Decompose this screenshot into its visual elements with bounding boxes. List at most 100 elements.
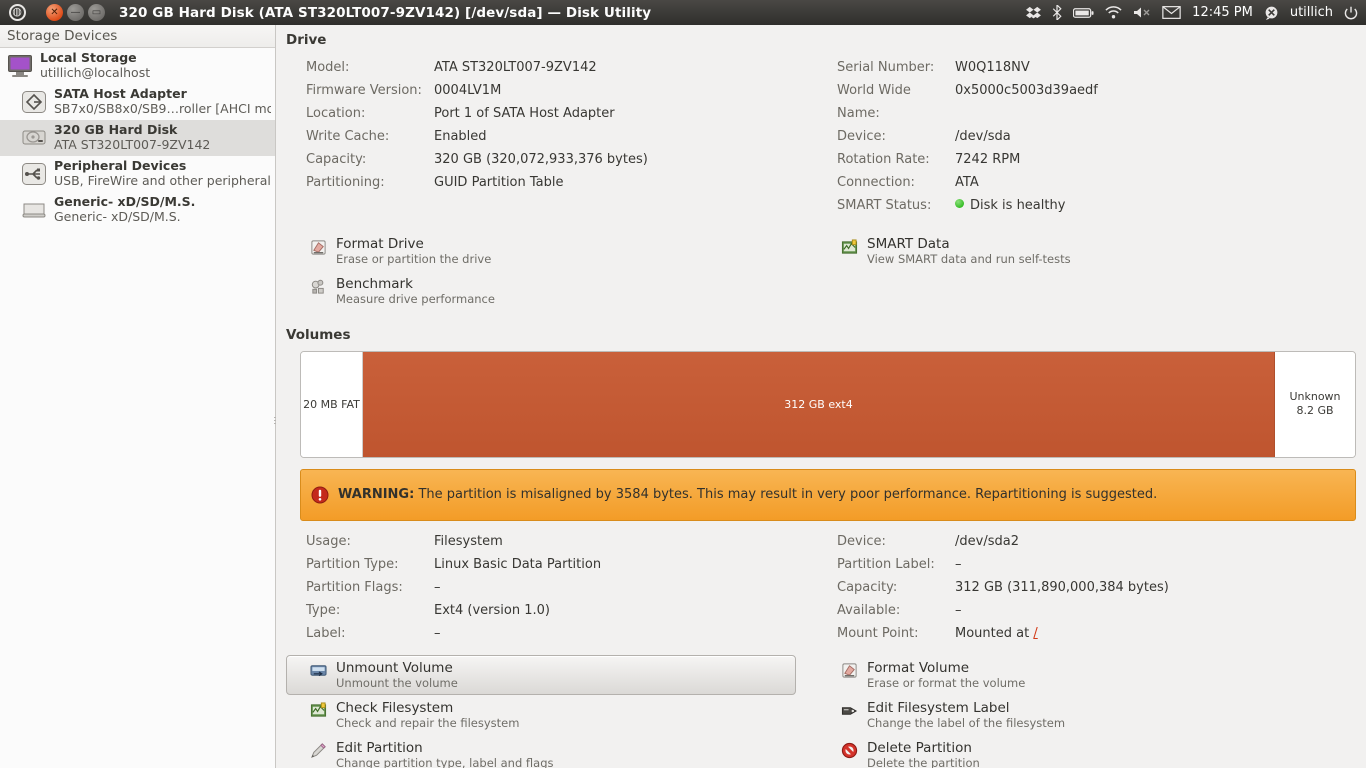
action-title: Edit Partition xyxy=(336,739,423,756)
mount-point-link[interactable]: / xyxy=(1033,626,1037,641)
volume-field-partition-flags: Partition Flags: – xyxy=(286,576,823,599)
partition-block-ext4[interactable]: 312 GB ext4 xyxy=(363,351,1275,457)
volume-actions: Unmount Volume Unmount the volume Check … xyxy=(286,654,1360,768)
drive-field-serial-number: Serial Number: W0Q118NV xyxy=(823,56,1360,79)
unmount-icon xyxy=(307,661,329,681)
format-volume-icon xyxy=(838,661,860,681)
field-value: – xyxy=(955,602,962,618)
edit-partition-icon xyxy=(307,741,329,761)
field-key: Device: xyxy=(837,129,886,144)
sidebar-header: Storage Devices xyxy=(0,25,275,48)
mail-icon[interactable] xyxy=(1162,6,1181,19)
session-icon[interactable] xyxy=(1264,6,1279,20)
field-key: Partition Flags: xyxy=(306,579,403,595)
sidebar-item-peripheral-devices[interactable]: Peripheral Devices USB, FireWire and oth… xyxy=(0,156,275,192)
sidebar-item-320-gb-hard-disk[interactable]: 320 GB Hard Disk ATA ST320LT007-9ZV142 xyxy=(0,120,275,156)
format-volume-action[interactable]: Format Volume Erase or format the volume xyxy=(823,655,1360,695)
drive-icon xyxy=(20,196,48,224)
format-drive-action[interactable]: Format Drive Erase or partition the driv… xyxy=(286,231,823,271)
misalignment-warning: WARNING: The partition is misaligned by … xyxy=(300,468,1356,521)
sidebar-item-title: Generic- xD/SD/M.S. xyxy=(54,195,196,210)
sidebar-item-title: SATA Host Adapter xyxy=(54,87,187,102)
partition-block-fat[interactable]: 20 MB FAT xyxy=(301,351,363,457)
action-title: Format Drive xyxy=(336,236,424,252)
unmount-volume-action[interactable]: Unmount Volume Unmount the volume xyxy=(286,654,796,695)
sidebar-item-local-storage[interactable]: Local Storage utillich@localhost xyxy=(0,48,275,84)
minimize-button[interactable]: — xyxy=(67,4,84,21)
sidebar-item-subtitle: USB, FireWire and other peripherals xyxy=(54,173,271,188)
user-name[interactable]: utillich xyxy=(1290,5,1333,20)
sidebar-item-sata-host-adapter[interactable]: SATA Host Adapter SB7x0/SB8x0/SB9…roller… xyxy=(0,84,275,120)
clock[interactable]: 12:45 PM xyxy=(1192,5,1253,20)
field-value: 320 GB (320,072,933,376 bytes) xyxy=(434,152,648,167)
drive-actions: Format Drive Erase or partition the driv… xyxy=(286,231,1360,311)
volume-field-type: Type: Ext4 (version 1.0) xyxy=(286,599,823,622)
field-key: Label: xyxy=(306,625,346,641)
sidebar-item-generic-xd-sd-ms[interactable]: Generic- xD/SD/M.S. Generic- xD/SD/M.S. xyxy=(0,192,275,228)
field-key: Capacity: xyxy=(837,579,898,595)
status-healthy-dot-icon xyxy=(955,199,964,208)
drive-field-location: Location: Port 1 of SATA Host Adapter xyxy=(286,102,823,125)
close-button[interactable]: ✕ xyxy=(46,4,63,21)
drive-field-model: Model: ATA ST320LT007-9ZV142 xyxy=(286,56,823,79)
delete-partition-icon xyxy=(838,741,860,761)
field-value: Enabled xyxy=(434,129,487,144)
volume-field-device: Device: /dev/sda2 xyxy=(823,530,1360,553)
volume-info-right: Device: /dev/sda2 Partition Label: – Cap… xyxy=(823,530,1360,645)
benchmark-action[interactable]: Benchmark Measure drive performance xyxy=(286,271,823,311)
ubuntu-logo-icon[interactable]: ◍ xyxy=(0,0,34,25)
volume-actions-right: Format Volume Erase or format the volume… xyxy=(823,655,1360,768)
field-value: Filesystem xyxy=(434,533,503,549)
field-key: Serial Number: xyxy=(837,60,935,75)
bluetooth-icon[interactable] xyxy=(1052,5,1062,20)
drive-actions-left: Format Drive Erase or partition the driv… xyxy=(286,231,823,311)
action-title: Delete Partition xyxy=(867,739,972,756)
power-icon[interactable] xyxy=(1344,6,1358,20)
sidebar-item-title: Peripheral Devices xyxy=(54,159,187,174)
wifi-icon[interactable] xyxy=(1105,6,1122,19)
dropbox-icon[interactable] xyxy=(1026,6,1042,20)
volume-field-label: Label: – xyxy=(286,622,823,645)
drive-info-grid: Model: ATA ST320LT007-9ZV142 Firmware Ve… xyxy=(286,56,1360,217)
volumes-section: Volumes 20 MB FAT 312 GB ext4 Unknown 8.… xyxy=(286,327,1360,768)
harddisk-icon xyxy=(20,124,48,152)
edit-filesystem-label-action[interactable]: Edit Filesystem Label Change the label o… xyxy=(823,695,1360,735)
action-subtitle: Erase or partition the drive xyxy=(336,252,492,267)
storage-devices-sidebar: Storage Devices Local Storage utillich@l… xyxy=(0,25,279,768)
partition-block-unknown[interactable]: Unknown 8.2 GB xyxy=(1275,351,1355,457)
action-subtitle: Unmount the volume xyxy=(336,676,458,691)
sidebar-item-title: 320 GB Hard Disk xyxy=(54,123,178,138)
field-key: SMART Status: xyxy=(837,198,932,213)
volume-actions-left: Unmount Volume Unmount the volume Check … xyxy=(286,654,823,768)
field-value: 0004LV1M xyxy=(434,83,502,98)
field-key: Device: xyxy=(837,533,886,549)
top-panel: ◍ ✕ — ▭ 320 GB Hard Disk (ATA ST320LT007… xyxy=(0,0,1366,25)
drive-section-title: Drive xyxy=(286,32,327,48)
partition-label: 312 GB ext4 xyxy=(784,397,853,411)
drive-info-left: Model: ATA ST320LT007-9ZV142 Firmware Ve… xyxy=(286,56,823,217)
field-key: Model: xyxy=(306,60,350,75)
field-value: 0x5000c5003d39aedf xyxy=(955,83,1098,98)
field-value: W0Q118NV xyxy=(955,60,1030,75)
drive-field-rotation-rate: Rotation Rate: 7242 RPM xyxy=(823,148,1360,171)
disk-utility-window: Storage Devices Local Storage utillich@l… xyxy=(0,25,1366,768)
partition-label: Unknown xyxy=(1289,389,1341,403)
delete-partition-action[interactable]: Delete Partition Delete the partition xyxy=(823,735,1360,768)
partition-sublabel: 8.2 GB xyxy=(1296,404,1334,418)
drive-field-capacity: Capacity: 320 GB (320,072,933,376 bytes) xyxy=(286,148,823,171)
check-filesystem-icon xyxy=(307,701,329,721)
maximize-button[interactable]: ▭ xyxy=(88,4,105,21)
drive-field-write-cache: Write Cache: Enabled xyxy=(286,125,823,148)
field-value: /dev/sda xyxy=(955,129,1011,144)
usb-icon xyxy=(20,160,48,188)
drive-info-right: Serial Number: W0Q118NV World Wide Name:… xyxy=(823,56,1360,217)
field-value: – xyxy=(434,579,441,595)
volume-info-grid: Usage: Filesystem Partition Type: Linux … xyxy=(286,530,1360,645)
check-filesystem-action[interactable]: Check Filesystem Check and repair the fi… xyxy=(286,695,823,735)
edit-partition-action[interactable]: Edit Partition Change partition type, la… xyxy=(286,735,823,768)
battery-icon[interactable] xyxy=(1073,7,1094,19)
benchmark-icon xyxy=(307,277,329,297)
smart-data-action[interactable]: SMART Data View SMART data and run self-… xyxy=(823,231,1360,271)
volume-muted-icon[interactable] xyxy=(1133,6,1151,19)
volumes-bar: 20 MB FAT 312 GB ext4 Unknown 8.2 GB xyxy=(300,350,1356,458)
